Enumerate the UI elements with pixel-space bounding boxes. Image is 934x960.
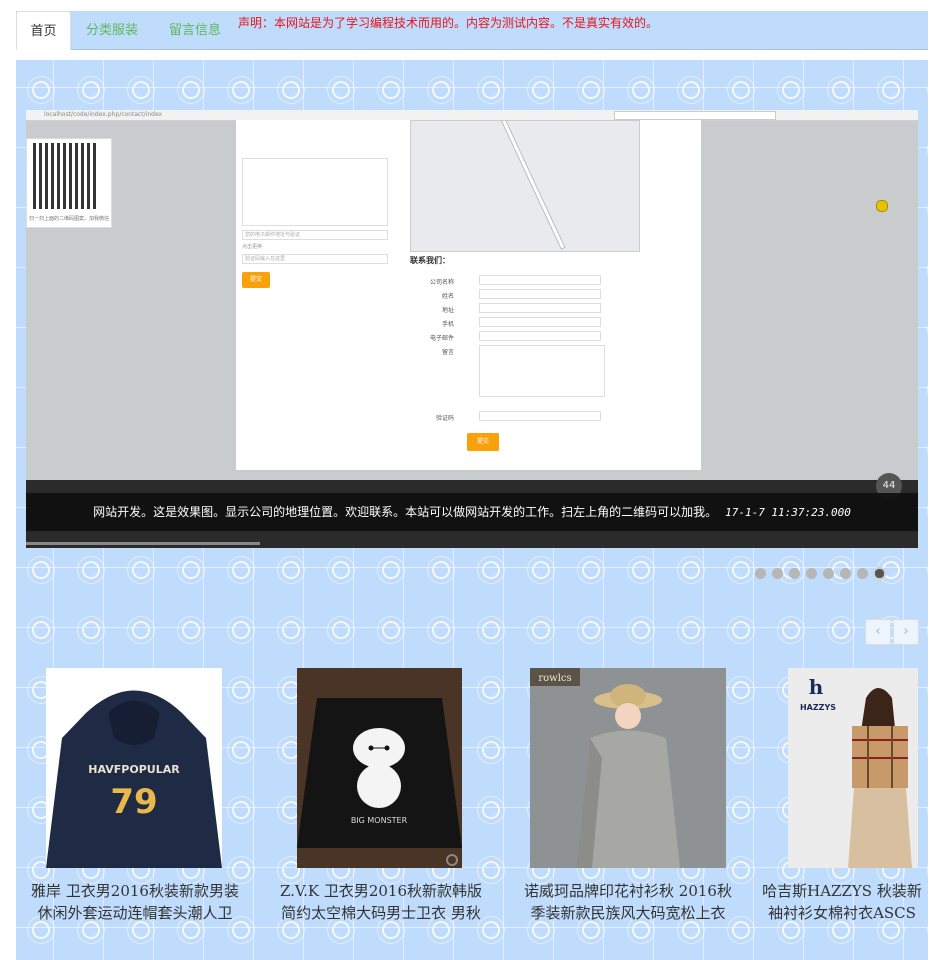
shot-label-company: 公司名称	[429, 279, 454, 286]
product-title-line2: 季装新款民族风大码宽松上衣	[530, 904, 726, 922]
brand-logo-mark: h	[809, 675, 824, 699]
shot-map	[410, 120, 640, 252]
carousel-prev-button[interactable]: ‹	[865, 619, 891, 645]
chevron-left-icon: ‹	[875, 624, 881, 639]
top-nav: 首页 分类服装 留言信息 声明：本网站是为了学习编程技术而用的。内容为测试内容。…	[16, 11, 928, 50]
lightbulb-icon	[876, 200, 888, 212]
tab-messages[interactable]: 留言信息	[163, 11, 227, 50]
slider-dot[interactable]	[857, 568, 868, 579]
shot-submit-button-left: 提交	[242, 272, 270, 288]
shot-captcha-hint: 点击更换	[242, 244, 263, 250]
brand-logo-text: HAZZYS	[800, 703, 836, 712]
product-title-line1: 哈吉斯HAZZYS 秋装新	[762, 882, 922, 900]
shot-field-captcha: 验证码输入在这里	[242, 254, 388, 264]
shot-contact-heading: 联系我们：	[410, 256, 450, 265]
product-image[interactable]: rowlcs	[530, 668, 726, 868]
hoodie-print-text: HAVFPOPULAR	[88, 763, 180, 776]
product-title-line2: 休闲外套运动连帽套头潮人卫	[37, 904, 233, 922]
screenshot-page: 您的电子邮件地址与验证 点击更换 验证码输入在这里 提交 联系我们： 公司名称 …	[236, 120, 701, 470]
product-title-line1: 诺威珂品牌印花衬衫秋 2016秋	[524, 882, 732, 900]
product-title[interactable]: 哈吉斯HAZZYS 秋装新 袖衬衫女棉衬衣ASCS	[762, 880, 922, 924]
shot-input-message	[479, 345, 605, 397]
product-title-line2: 袖衬衫女棉衬衣ASCS	[768, 904, 916, 922]
sweatshirt-print-text: BIG MONSTER	[351, 816, 408, 825]
slider-dot-active[interactable]	[873, 567, 886, 580]
model-plaid-image: h HAZZYS	[788, 668, 918, 868]
shot-input-captcha	[479, 411, 601, 421]
shot-input-email	[479, 331, 601, 341]
model-shirt-image: rowlcs	[530, 668, 726, 868]
hoodie-image: HAVFPOPULAR 79	[46, 668, 222, 868]
shot-textarea	[242, 158, 388, 226]
zoom-icon[interactable]	[446, 854, 458, 866]
slider-dot[interactable]	[789, 568, 800, 579]
shot-input-name	[479, 289, 601, 299]
shot-submit-button: 提交	[467, 433, 499, 451]
browser-url: localhost/code/index.php/contact/index	[44, 111, 163, 118]
chevron-right-icon: ›	[903, 624, 909, 639]
slider-image[interactable]: localhost/code/index.php/contact/index 扫…	[26, 110, 918, 548]
product-image[interactable]: HAVFPOPULAR 79	[46, 668, 222, 868]
browser-search-box	[614, 111, 776, 120]
product-title[interactable]: 诺威珂品牌印花衬衫秋 2016秋 季装新款民族风大码宽松上衣	[512, 880, 744, 924]
product-image[interactable]: BIG MONSTER	[297, 668, 462, 868]
product-title[interactable]: 雅岸 卫衣男2016秋装新款男装 休闲外套运动连帽套头潮人卫	[24, 880, 246, 924]
slide-caption-text: 网站开发。这是效果图。显示公司的地理位置。欢迎联系。本站可以做网站开发的工作。扫…	[93, 505, 718, 519]
shot-label-message: 留言	[441, 349, 454, 356]
slide-timestamp: 17-1-7 11:37:23.000	[725, 506, 851, 519]
product-title-line1: Z.V.K 卫衣男2016秋新款韩版	[279, 882, 483, 900]
product-title-line2: 简约太空棉大码男士卫衣 男秋	[281, 904, 481, 922]
shot-input-phone	[479, 317, 601, 327]
product-title[interactable]: Z.V.K 卫衣男2016秋新款韩版 简约太空棉大码男士卫衣 男秋	[268, 880, 494, 924]
shot-input-company	[479, 275, 601, 285]
hoodie-print-number: 79	[110, 782, 157, 822]
shot-label-name: 姓名	[441, 293, 454, 300]
tab-clothing-categories[interactable]: 分类服装	[82, 11, 142, 50]
slider-dot[interactable]	[840, 568, 851, 579]
slider-dot[interactable]	[823, 568, 834, 579]
product-image[interactable]: h HAZZYS	[788, 668, 918, 868]
shot-label-captcha: 验证码	[435, 415, 454, 422]
carousel-next-button[interactable]: ›	[893, 619, 919, 645]
map-road	[501, 121, 566, 250]
slide-caption: 网站开发。这是效果图。显示公司的地理位置。欢迎联系。本站可以做网站开发的工作。扫…	[26, 493, 918, 531]
qr-caption: 扫一扫上面的二维码图案，加我微信	[29, 216, 110, 222]
product-title-line1: 雅岸 卫衣男2016秋装新款男装	[31, 882, 239, 900]
slider-dot[interactable]	[806, 568, 817, 579]
shot-label-phone: 手机	[441, 321, 454, 328]
qr-code-icon	[33, 143, 99, 209]
shot-field-email: 您的电子邮件地址与验证	[242, 230, 388, 240]
slider-dot[interactable]	[755, 568, 766, 579]
shot-input-address	[479, 303, 601, 313]
slide-progress-bar	[26, 542, 260, 545]
sweatshirt-image: BIG MONSTER	[297, 668, 462, 868]
shot-label-address: 地址	[441, 307, 454, 314]
slider-dot[interactable]	[772, 568, 783, 579]
qr-code-card: 扫一扫上面的二维码图案，加我微信	[26, 138, 112, 228]
disclaimer-notice: 声明：本网站是为了学习编程技术而用的。内容为测试内容。不是真实有效的。	[238, 16, 659, 30]
shot-label-email: 电子邮件	[429, 335, 454, 342]
brand-logo-text: rowlcs	[538, 673, 571, 684]
tab-home[interactable]: 首页	[16, 11, 71, 50]
